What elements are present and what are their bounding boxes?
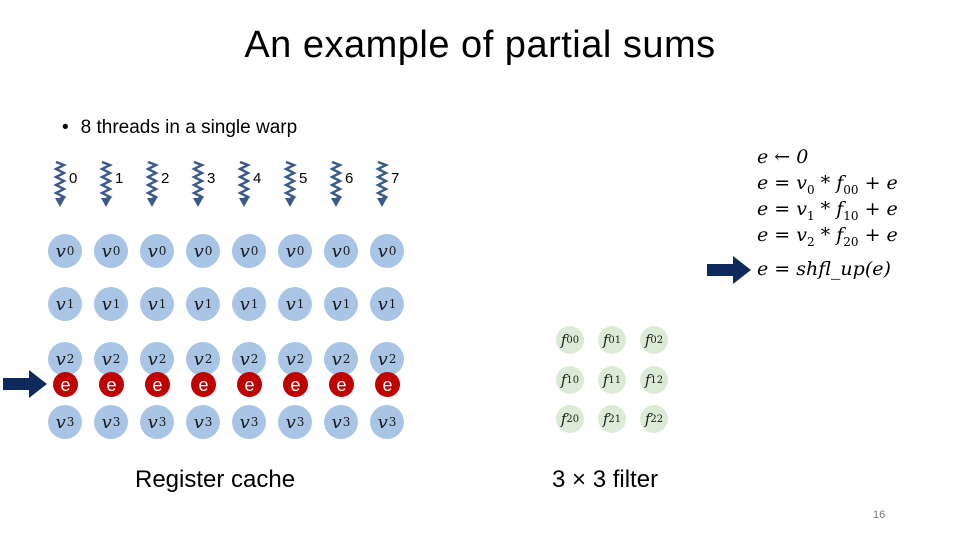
accumulator-e: e <box>283 372 308 397</box>
thread-id: 0 <box>69 170 78 187</box>
filter-f01: f 01 <box>598 326 626 354</box>
register-v3: v3 <box>232 405 266 439</box>
register-v0: v0 <box>232 234 266 268</box>
filter-f22: f 22 <box>640 405 668 433</box>
code-line: e = v1 * f10 + e <box>757 198 898 223</box>
thread-id: 2 <box>161 170 170 187</box>
register-v0: v0 <box>324 234 358 268</box>
register-v3: v3 <box>370 405 404 439</box>
register-v3: v3 <box>278 405 312 439</box>
accumulator-e: e <box>329 372 354 397</box>
thread-4: 4 <box>237 160 277 208</box>
thread-id: 7 <box>391 170 400 187</box>
code-line: e = v2 * f20 + e <box>757 224 898 249</box>
filter-f02: f 02 <box>640 326 668 354</box>
register-v1: v1 <box>278 287 312 321</box>
register-v1: v1 <box>140 287 174 321</box>
register-v1: v1 <box>370 287 404 321</box>
register-v2: v2 <box>278 342 312 376</box>
register-v1: v1 <box>48 287 82 321</box>
filter-f00: f 00 <box>556 326 584 354</box>
thread-squiggle-icon <box>283 160 297 207</box>
register-v2: v2 <box>186 342 220 376</box>
register-v2: v2 <box>140 342 174 376</box>
thread-1: 1 <box>99 160 139 208</box>
accumulator-e: e <box>145 372 170 397</box>
thread-6: 6 <box>329 160 369 208</box>
bullet-icon: • <box>62 117 69 138</box>
thread-id: 5 <box>299 170 308 187</box>
filter-f21: f 21 <box>598 405 626 433</box>
thread-id: 1 <box>115 170 124 187</box>
thread-id: 4 <box>253 170 262 187</box>
filter-caption: 3 × 3 filter <box>552 466 659 493</box>
accumulator-e: e <box>53 372 78 397</box>
register-v1: v1 <box>324 287 358 321</box>
thread-7: 7 <box>375 160 415 208</box>
code-line: e = v0 * f00 + e <box>757 172 898 197</box>
register-row-arrow-icon <box>3 370 47 398</box>
thread-squiggle-icon <box>53 160 67 207</box>
filter-f12: f 12 <box>640 366 668 394</box>
register-v1: v1 <box>94 287 128 321</box>
register-v3: v3 <box>94 405 128 439</box>
register-v2: v2 <box>94 342 128 376</box>
thread-2: 2 <box>145 160 185 208</box>
thread-3: 3 <box>191 160 231 208</box>
accumulator-e: e <box>375 372 400 397</box>
thread-squiggle-icon <box>145 160 159 207</box>
thread-squiggle-icon <box>375 160 389 207</box>
accumulator-e: e <box>99 372 124 397</box>
register-v2: v2 <box>324 342 358 376</box>
register-v0: v0 <box>186 234 220 268</box>
code-line-arrow-icon <box>707 256 751 284</box>
thread-squiggle-icon <box>191 160 205 207</box>
page-number: 16 <box>873 509 886 521</box>
register-v0: v0 <box>370 234 404 268</box>
register-v3: v3 <box>324 405 358 439</box>
thread-id: 6 <box>345 170 354 187</box>
code-line: e ← 0 <box>757 146 809 168</box>
register-v2: v2 <box>232 342 266 376</box>
bullet-point: • 8 threads in a single warp <box>62 117 297 139</box>
register-v2: v2 <box>48 342 82 376</box>
register-v1: v1 <box>232 287 266 321</box>
register-v0: v0 <box>94 234 128 268</box>
register-v0: v0 <box>48 234 82 268</box>
thread-5: 5 <box>283 160 323 208</box>
register-v3: v3 <box>186 405 220 439</box>
thread-squiggle-icon <box>99 160 113 207</box>
register-v3: v3 <box>48 405 82 439</box>
register-v1: v1 <box>186 287 220 321</box>
thread-id: 3 <box>207 170 216 187</box>
register-v0: v0 <box>140 234 174 268</box>
register-v3: v3 <box>140 405 174 439</box>
thread-squiggle-icon <box>237 160 251 207</box>
thread-0: 0 <box>53 160 93 208</box>
accumulator-e: e <box>237 372 262 397</box>
slide-title: An example of partial sums <box>244 24 716 66</box>
filter-f20: f 20 <box>556 405 584 433</box>
thread-squiggle-icon <box>329 160 343 207</box>
bullet-text: 8 threads in a single warp <box>80 117 298 138</box>
filter-f11: f 11 <box>598 366 626 394</box>
register-v2: v2 <box>370 342 404 376</box>
register-cache-caption: Register cache <box>135 466 296 493</box>
filter-f10: f 10 <box>556 366 584 394</box>
code-line: e = shfl_up(e) <box>757 258 891 280</box>
accumulator-e: e <box>191 372 216 397</box>
register-v0: v0 <box>278 234 312 268</box>
